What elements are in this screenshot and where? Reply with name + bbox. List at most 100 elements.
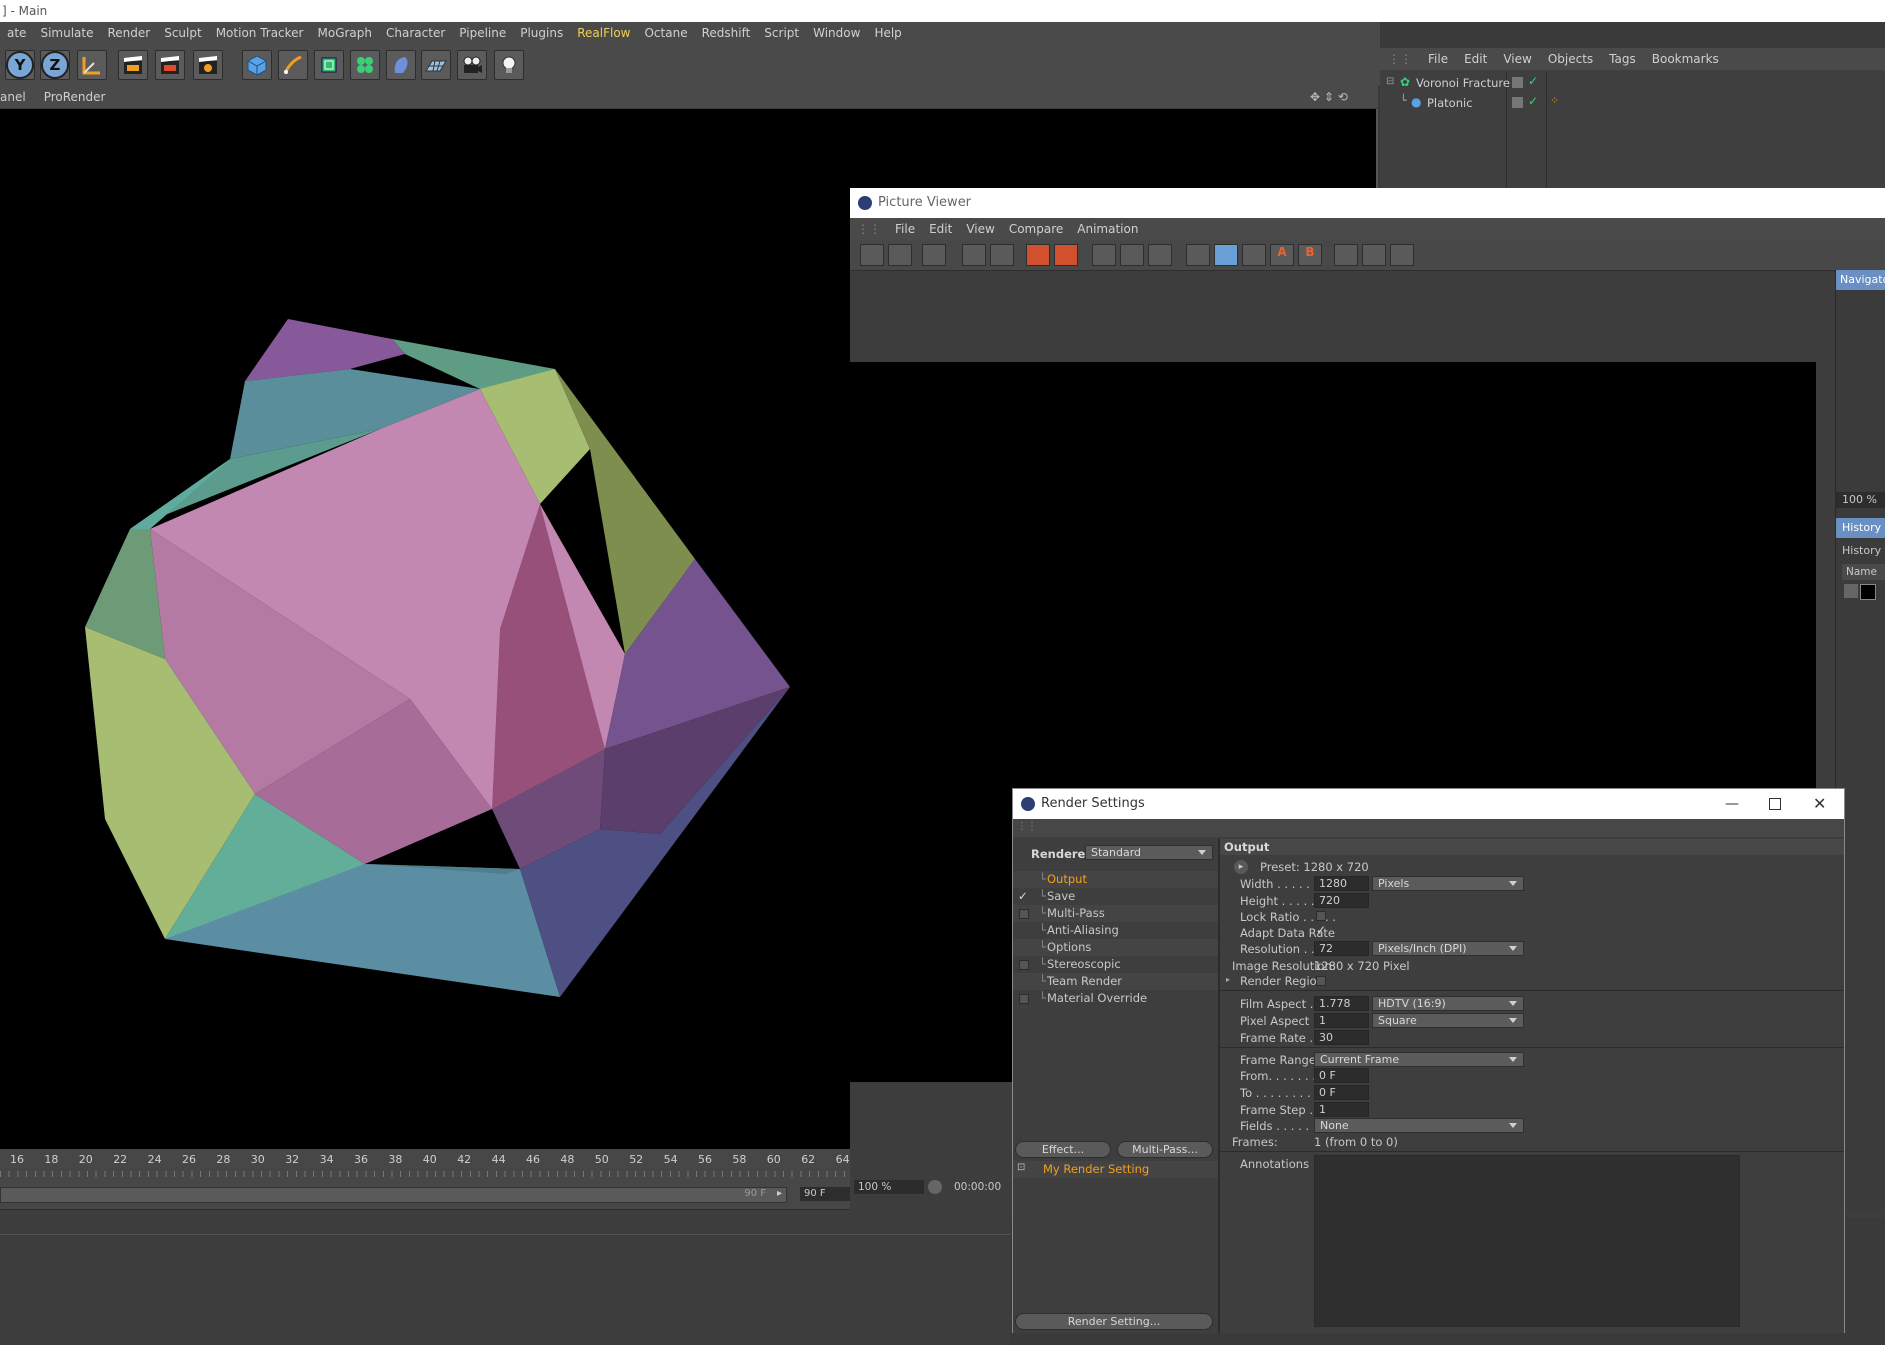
- menu-item-simulate[interactable]: Simulate: [33, 22, 100, 44]
- pv-zoom-field[interactable]: 100 %: [854, 1180, 924, 1194]
- rs-item-checkbox[interactable]: [1019, 909, 1029, 919]
- rs-item-save[interactable]: ✓ └ Save: [1013, 888, 1218, 905]
- pixel-aspect-dropdown[interactable]: Square: [1372, 1013, 1524, 1028]
- set-a-icon[interactable]: A: [1270, 244, 1294, 266]
- maximize-icon[interactable]: [1769, 798, 1781, 810]
- minimize-icon[interactable]: —: [1725, 789, 1739, 819]
- play-icon[interactable]: ▸: [777, 1188, 782, 1199]
- multipass-button[interactable]: Multi-Pass...: [1117, 1141, 1213, 1158]
- check-icon[interactable]: ✓: [1528, 94, 1538, 108]
- menu-item-help[interactable]: Help: [867, 22, 908, 44]
- rs-item-material-override[interactable]: └ Material Override: [1013, 990, 1218, 1007]
- camera-button[interactable]: [457, 50, 487, 80]
- grip-icon[interactable]: ⋮⋮: [1017, 821, 1037, 832]
- width-field[interactable]: 1280: [1314, 876, 1369, 891]
- light-button[interactable]: [494, 50, 524, 80]
- objects-menu-view[interactable]: View: [1495, 48, 1539, 70]
- tag-icon[interactable]: ⁘: [1550, 94, 1559, 107]
- rs-item-team-render[interactable]: └ Team Render: [1013, 973, 1218, 990]
- object-row-platonic[interactable]: └ ● Platonic ✓ ⁘: [1380, 94, 1885, 112]
- menu-item-octane[interactable]: Octane: [637, 22, 694, 44]
- fields-dropdown[interactable]: None: [1314, 1118, 1524, 1133]
- renderer-dropdown[interactable]: Standard: [1085, 845, 1213, 860]
- rs-item-stereoscopic[interactable]: └ Stereoscopic: [1013, 956, 1218, 973]
- rs-item-checkmark[interactable]: ✓: [1018, 888, 1028, 905]
- timeline-range-slider[interactable]: 90 F ▸: [0, 1187, 787, 1203]
- resolution-unit-dropdown[interactable]: Pixels/Inch (DPI): [1372, 941, 1524, 956]
- to-field[interactable]: 0 F: [1314, 1085, 1369, 1100]
- rs-item-anti-aliasing[interactable]: └ Anti-Aliasing: [1013, 922, 1218, 939]
- rs-item-checkbox[interactable]: [1019, 960, 1029, 970]
- stop-render-icon[interactable]: [990, 244, 1014, 266]
- open-icon[interactable]: [860, 244, 884, 266]
- object-row-voronoi[interactable]: ⊟ ✿ Voronoi Fracture ✓: [1380, 74, 1885, 92]
- pv-menu-edit[interactable]: Edit: [922, 218, 959, 240]
- annotations-textarea[interactable]: [1314, 1155, 1740, 1327]
- render-history-icon[interactable]: [1054, 244, 1078, 266]
- objects-menu-edit[interactable]: Edit: [1456, 48, 1495, 70]
- timeline[interactable]: 16 18 20 22 24 26 28 30 32 34 36 38 40 42 44 46 48 50 52 54…: [0, 1149, 852, 1209]
- render-region-checkbox[interactable]: [1316, 976, 1326, 986]
- rs-item-checkbox[interactable]: [1019, 994, 1029, 1004]
- menu-item-script[interactable]: Script: [757, 22, 806, 44]
- subdivision-button[interactable]: [314, 50, 344, 80]
- pv-menu-animation[interactable]: Animation: [1070, 218, 1145, 240]
- objects-menu-file[interactable]: File: [1420, 48, 1456, 70]
- grip-icon[interactable]: ⋮⋮: [1380, 48, 1420, 70]
- layout-1-icon[interactable]: [1334, 244, 1358, 266]
- viewport-menu-prorender[interactable]: ProRender: [44, 86, 112, 108]
- tab-history[interactable]: History: [1836, 518, 1885, 538]
- menu-item-motion-tracker[interactable]: Motion Tracker: [209, 22, 311, 44]
- preset-button[interactable]: ▸: [1234, 860, 1248, 874]
- save-icon[interactable]: [888, 244, 912, 266]
- render-to-picture-viewer-button[interactable]: [155, 50, 185, 80]
- film-aspect-field[interactable]: 1.778: [1314, 996, 1369, 1011]
- rs-item-multi-pass[interactable]: └ Multi-Pass: [1013, 905, 1218, 922]
- history-name-column[interactable]: Name: [1842, 564, 1885, 580]
- height-field[interactable]: 720: [1314, 893, 1369, 908]
- film-aspect-dropdown[interactable]: HDTV (16:9): [1372, 996, 1524, 1011]
- check-icon[interactable]: ✓: [1528, 74, 1538, 88]
- frame-step-field[interactable]: 1: [1314, 1102, 1369, 1117]
- pv-menu-file[interactable]: File: [888, 218, 922, 240]
- objects-menu-objects[interactable]: Objects: [1540, 48, 1601, 70]
- y-axis-button[interactable]: Y: [5, 50, 35, 80]
- set-b-icon[interactable]: B: [1298, 244, 1322, 266]
- picture-viewer-titlebar[interactable]: Picture Viewer: [850, 188, 1885, 218]
- history-thumb[interactable]: [1844, 584, 1858, 598]
- menu-item-redshift[interactable]: Redshift: [695, 22, 758, 44]
- ab-compare-icon[interactable]: [1214, 244, 1238, 266]
- coordinate-system-button[interactable]: [77, 50, 107, 80]
- menu-item-character[interactable]: Character: [379, 22, 452, 44]
- pv-play-icon[interactable]: [928, 1180, 942, 1194]
- menu-item-window[interactable]: Window: [806, 22, 867, 44]
- effect-button[interactable]: Effect...: [1015, 1141, 1111, 1158]
- from-field[interactable]: 0 F: [1314, 1068, 1369, 1083]
- close-icon[interactable]: ✕: [1813, 789, 1826, 819]
- objects-menu-tags[interactable]: Tags: [1601, 48, 1644, 70]
- layout-3-icon[interactable]: [1390, 244, 1414, 266]
- menu-item-mograph[interactable]: MoGraph: [311, 22, 380, 44]
- frame-range-dropdown[interactable]: Current Frame: [1314, 1052, 1524, 1067]
- cloner-button[interactable]: [350, 50, 380, 80]
- edit-render-settings-button[interactable]: [193, 50, 223, 80]
- collapse-icon[interactable]: ⊟: [1386, 76, 1394, 87]
- pixel-aspect-field[interactable]: 1: [1314, 1013, 1369, 1028]
- expand-icon[interactable]: ▸: [1226, 975, 1230, 984]
- compare-a-icon[interactable]: [1120, 244, 1144, 266]
- floor-button[interactable]: [421, 50, 451, 80]
- menu-item-render[interactable]: Render: [100, 22, 157, 44]
- render-region-icon[interactable]: [962, 244, 986, 266]
- render-setting-button[interactable]: Render Setting...: [1015, 1313, 1213, 1330]
- render-queue-icon[interactable]: [1026, 244, 1050, 266]
- rs-item-options[interactable]: └ Options: [1013, 939, 1218, 956]
- z-axis-button[interactable]: Z: [40, 50, 70, 80]
- timeline-end-field[interactable]: 90 F: [800, 1187, 852, 1201]
- ab-swap-icon[interactable]: [1242, 244, 1266, 266]
- navigator-zoom[interactable]: 100 %: [1836, 492, 1885, 508]
- layer-swatch[interactable]: [1512, 97, 1523, 108]
- split-view-icon[interactable]: [1186, 244, 1210, 266]
- compare-b-icon[interactable]: [1148, 244, 1172, 266]
- render-settings-titlebar[interactable]: Render Settings — ✕: [1013, 789, 1844, 819]
- menu-item-plugins[interactable]: Plugins: [513, 22, 570, 44]
